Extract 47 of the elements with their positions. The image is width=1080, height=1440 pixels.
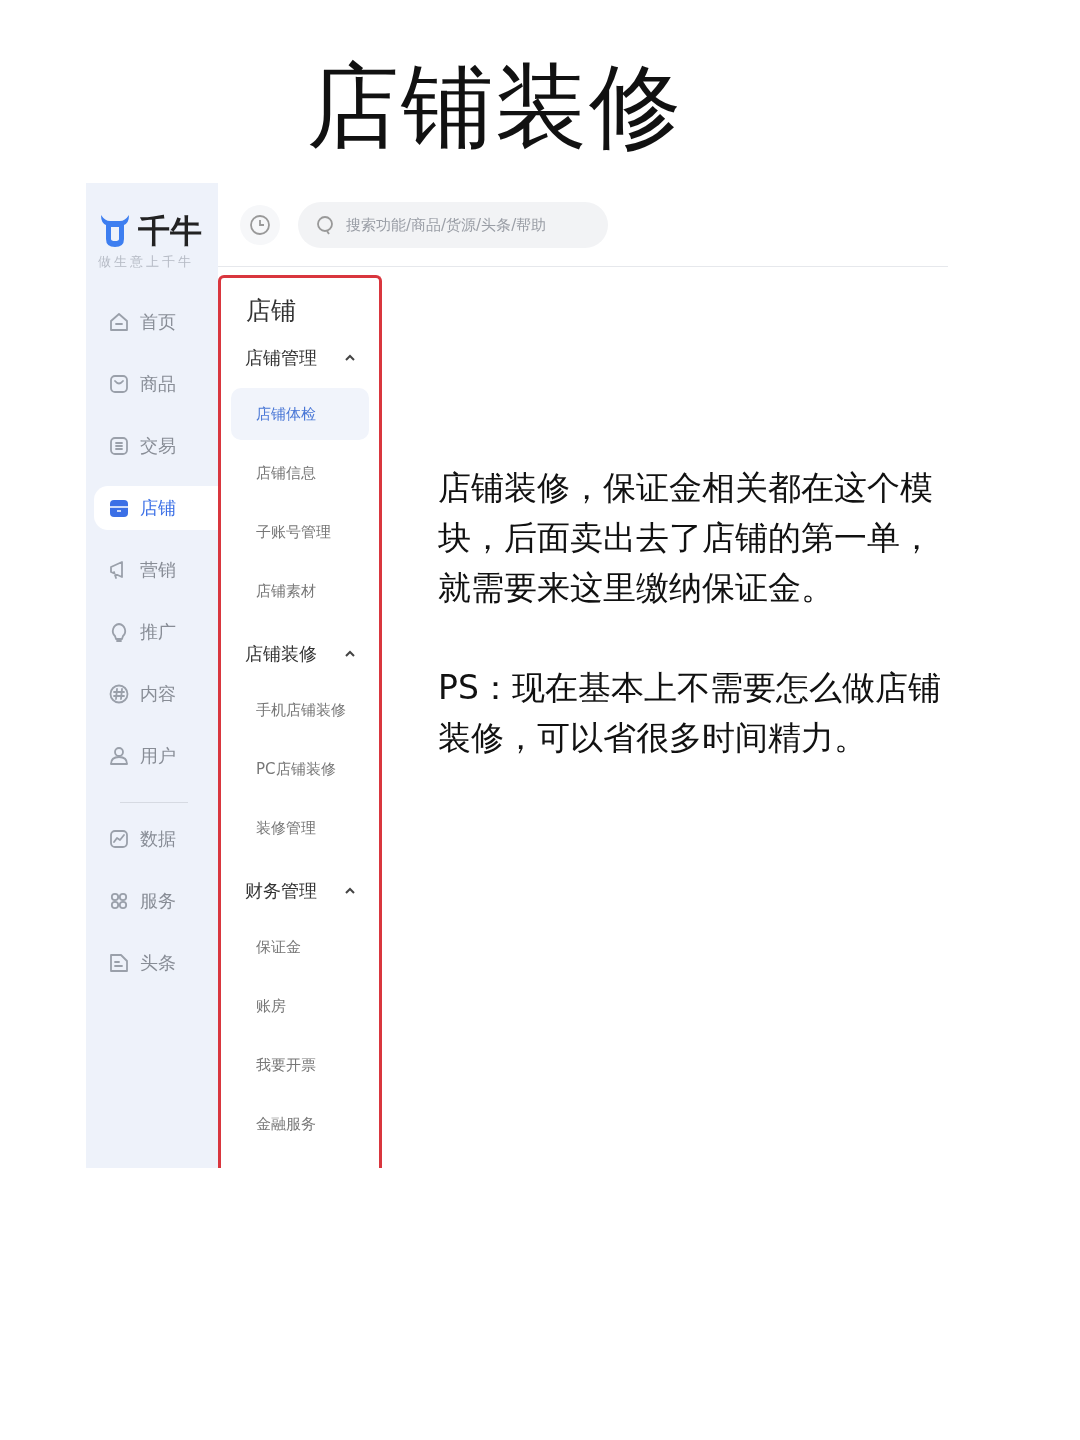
sidebar-item[interactable]: 店铺 xyxy=(94,486,218,530)
submenu-item[interactable]: 子账号管理 xyxy=(231,506,369,558)
sidebar-item[interactable]: 用户 xyxy=(94,734,218,778)
submenu-item[interactable]: 店铺体检 xyxy=(231,388,369,440)
user-icon xyxy=(108,745,130,767)
sidebar-item[interactable]: 服务 xyxy=(94,879,218,923)
submenu-item[interactable]: 装修管理 xyxy=(231,802,369,854)
sidebar-item[interactable]: 交易 xyxy=(94,424,218,468)
bag-icon xyxy=(108,373,130,395)
menu-group-header[interactable]: 店铺装修 xyxy=(221,624,379,684)
caret-icon xyxy=(345,887,355,895)
submenu-item[interactable]: 我要开票 xyxy=(231,1039,369,1091)
hash-icon xyxy=(108,683,130,705)
menu-group-header[interactable]: 店铺管理 xyxy=(221,328,379,388)
grid-icon xyxy=(108,890,130,912)
sidebar-item[interactable]: 数据 xyxy=(94,817,218,861)
submenu-item[interactable]: 保证金 xyxy=(231,921,369,973)
list-icon xyxy=(108,435,130,457)
search-field[interactable]: 搜索功能/商品/货源/头条/帮助 xyxy=(298,201,608,248)
note-icon xyxy=(108,952,130,974)
panel-title: 店铺 xyxy=(246,295,297,327)
caret-icon xyxy=(345,354,355,362)
logo-name: 千牛 xyxy=(138,213,202,249)
submenu-item[interactable]: PC店铺装修 xyxy=(231,743,369,795)
house-icon xyxy=(108,311,130,333)
sidebar-item[interactable]: 内容 xyxy=(94,672,218,716)
note-paragraph: 店铺装修，保证金相关都在这个模块，后面卖出去了店铺的第一单，就需要来这里缴纳保证金。 xyxy=(438,467,934,609)
caret-icon xyxy=(345,650,355,658)
sidebar-item[interactable]: 推广 xyxy=(94,610,218,654)
page-heading: 店铺装修 xyxy=(307,52,683,162)
sidebar-item[interactable]: 商品 xyxy=(94,362,218,406)
history-button[interactable] xyxy=(240,204,280,245)
submenu-item[interactable]: 店铺素材 xyxy=(231,565,369,617)
note-paragraph: PS：现在基本上不需要怎么做店铺装修，可以省很多时间精力。 xyxy=(438,667,942,759)
submenu-item[interactable]: 金融服务 xyxy=(231,1098,369,1150)
submenu-item[interactable]: 手机店铺装修 xyxy=(231,684,369,736)
store-icon xyxy=(108,497,130,519)
submenu-item[interactable]: 店铺信息 xyxy=(231,447,369,499)
menu-group-header[interactable]: 财务管理 xyxy=(221,861,379,921)
cow-logo-icon xyxy=(98,213,132,249)
search-icon xyxy=(316,214,336,235)
sidebar-item[interactable]: 头条 xyxy=(94,941,218,985)
submenu-item[interactable]: 账房 xyxy=(231,980,369,1032)
sidebar-item[interactable]: 首页 xyxy=(94,300,218,344)
sidebar-item[interactable]: 营销 xyxy=(94,548,218,592)
chart-icon xyxy=(108,828,130,850)
clock-icon xyxy=(249,213,271,236)
